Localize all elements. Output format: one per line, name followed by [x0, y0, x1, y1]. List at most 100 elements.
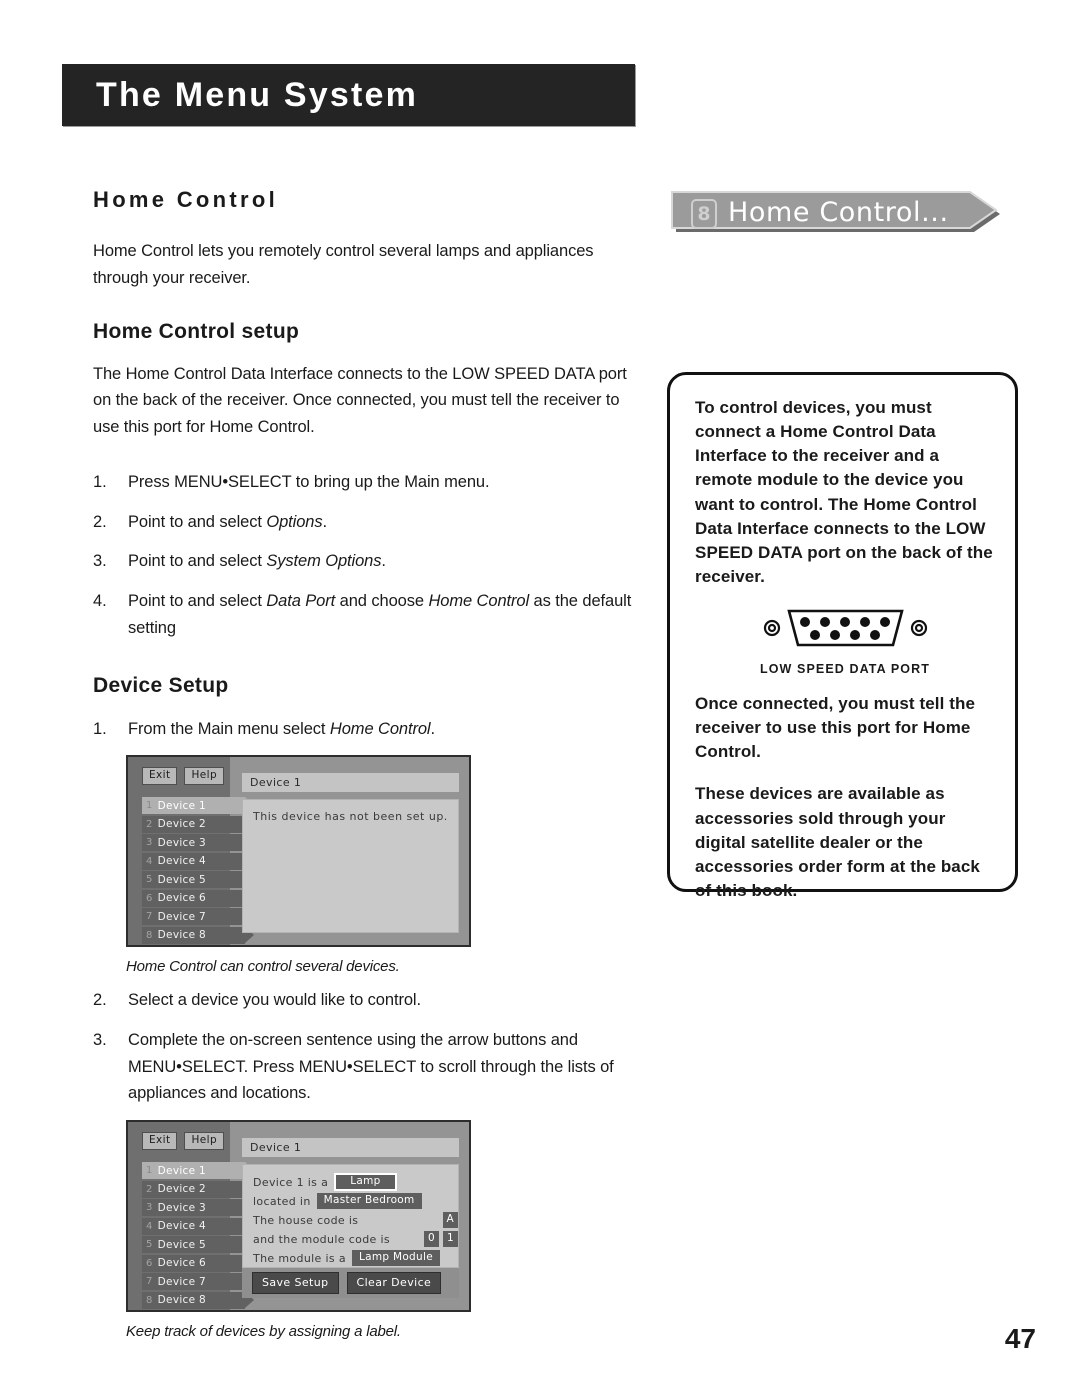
step-number: 1. [93, 719, 107, 738]
step-text-tail: . [430, 719, 436, 738]
device-number: 1 [146, 1165, 153, 1177]
module-type-value[interactable]: Lamp Module [351, 1250, 440, 1267]
device-number: 6 [146, 1257, 153, 1269]
step-emphasis: Data Port [266, 592, 336, 611]
device-number: 5 [146, 1239, 153, 1251]
help-button[interactable]: Help [184, 767, 225, 786]
screen-detail-panel: This device has not been set up. [242, 799, 459, 934]
step-emphasis: Options [266, 512, 323, 531]
clear-device-button[interactable]: Clear Device [346, 1272, 442, 1295]
device-label: Device 7 [157, 1275, 206, 1288]
setup-steps-list: 1. Press MENU•SELECT to bring up the Main… [93, 469, 649, 642]
step-number: 4. [93, 592, 107, 611]
sidebar-paragraph-3: These devices are available as accessori… [695, 784, 980, 900]
module-code-digit-1[interactable]: 0 [424, 1231, 440, 1248]
device-list-item-4[interactable]: 4 Device 4 [142, 1217, 254, 1235]
device-label: Device 4 [157, 855, 206, 868]
device-number: 4 [146, 855, 153, 867]
empty-state-message: This device has not been set up. [253, 810, 448, 824]
device-steps-list-part1: 1. From the Main menu select Home Control… [93, 716, 649, 743]
step-emphasis: System Options [266, 552, 382, 571]
list-item: 1. Press MENU•SELECT to bring up the Main… [93, 469, 649, 496]
device-label: Device 6 [157, 1257, 206, 1270]
device-label: Device 6 [157, 892, 206, 905]
device-number: 1 [146, 800, 153, 812]
device-label: Device 1 [157, 1164, 206, 1177]
step-emphasis: Home Control [329, 719, 431, 738]
location-value[interactable]: Master Bedroom [316, 1193, 422, 1210]
form-label: and the module code is [253, 1232, 390, 1246]
device-label: Device 2 [157, 818, 206, 831]
step-number: 3. [93, 1031, 107, 1049]
save-setup-button[interactable]: Save Setup [252, 1272, 339, 1295]
step-text: Press MENU•SELECT to bring up the Main m… [128, 472, 490, 491]
home-control-setup-heading: Home Control setup [93, 319, 300, 343]
device-number: 2 [146, 1183, 153, 1195]
device-list-item-2[interactable]: 2 Device 2 [142, 1180, 254, 1198]
chapter-banner: The Menu System [62, 64, 635, 126]
device-number: 8 [146, 1294, 153, 1306]
sidebar-paragraph-2: Once connected, you must tell the receiv… [695, 694, 976, 762]
device-list: 1 Device 1 2 Device 2 3 Device 3 4 Device 4 … [142, 797, 254, 945]
device-list-item-3[interactable]: 3 Device 3 [142, 1199, 254, 1217]
device-list-item-6[interactable]: 6 Device 6 [142, 1254, 254, 1272]
device-list-item-6[interactable]: 6 Device 6 [142, 889, 254, 907]
device-list-item-3[interactable]: 3 Device 3 [142, 834, 254, 852]
screenshot-2-figure: Exit Help 1 Device 1 2 Device 2 3 Device 3 … [126, 1120, 649, 1340]
device-number: 3 [146, 837, 153, 849]
device-number: 8 [146, 929, 153, 941]
figure-caption-1: Home Control can control several devices… [126, 958, 400, 976]
step-text-tail: . [322, 512, 328, 531]
exit-button[interactable]: Exit [142, 1132, 178, 1151]
step-text-tail: . [381, 552, 386, 571]
page-title: Home Control [93, 187, 279, 212]
intro-paragraph: Home Control lets you remotely control s… [93, 242, 594, 287]
device-steps-list-part2: 2. Select a device you would like to cont… [93, 987, 649, 1107]
device-number: 3 [146, 1202, 153, 1214]
screen-footer: Save Setup Clear Device [242, 1268, 459, 1299]
list-item: 2. Point to and select Options. [93, 509, 649, 536]
device-setup-heading: Device Setup [93, 674, 229, 698]
module-code-digit-2[interactable]: 1 [443, 1231, 458, 1248]
form-line-device-type: Device 1 is a Lamp [253, 1173, 458, 1192]
device-label: Device 3 [157, 1201, 206, 1214]
step-text: Point to and select [128, 512, 267, 531]
house-code-value[interactable]: A [442, 1212, 458, 1229]
menu-path-banner: 8 Home Control... [668, 188, 1006, 242]
db9-connector-icon [763, 609, 927, 647]
device-list-item-1[interactable]: 1 Device 1 [142, 797, 254, 815]
device-number: 6 [146, 892, 153, 904]
device-list-item-7[interactable]: 7 Device 7 [142, 908, 254, 926]
setup-intro-paragraph: The Home Control Data Interface connects… [93, 364, 627, 437]
device-number: 5 [146, 874, 153, 886]
exit-button[interactable]: Exit [142, 767, 178, 786]
device-list-item-8[interactable]: 8 Device 8 [142, 1291, 254, 1309]
step-number: 3. [93, 552, 107, 571]
device-list-item-7[interactable]: 7 Device 7 [142, 1273, 254, 1291]
device-setup-form: Device 1 is a Lamp located in Master Bed… [242, 1164, 459, 1269]
step-text-mid: and choose [335, 592, 429, 611]
device-list-item-5[interactable]: 5 Device 5 [142, 1236, 254, 1254]
device-number: 4 [146, 1220, 153, 1232]
device-list-item-4[interactable]: 4 Device 4 [142, 852, 254, 870]
screen-title-bar: Device 1 [242, 1138, 459, 1158]
device-number: 7 [146, 911, 153, 923]
device-label: Device 5 [157, 1238, 206, 1251]
step-number: 1. [93, 472, 107, 491]
device-list-item-2[interactable]: 2 Device 2 [142, 815, 254, 833]
device-label: Device 8 [157, 1294, 206, 1307]
device-label: Device 5 [157, 873, 206, 886]
device-label: Device 1 [157, 799, 206, 812]
list-item: 2. Select a device you would like to cont… [93, 987, 649, 1014]
device-list-item-5[interactable]: 5 Device 5 [142, 871, 254, 889]
form-label: Device 1 is a [253, 1175, 329, 1189]
device-label: Device 7 [157, 910, 206, 923]
device-list-item-8[interactable]: 8 Device 8 [142, 926, 254, 944]
screen-title-bar: Device 1 [242, 773, 459, 793]
low-speed-data-port-diagram [695, 607, 995, 656]
step-text: Select a device you would like to contro… [128, 991, 421, 1010]
help-button[interactable]: Help [184, 1132, 225, 1151]
device-list-item-1[interactable]: 1 Device 1 [142, 1162, 254, 1180]
chapter-title: The Menu System [96, 75, 419, 114]
device-type-value[interactable]: Lamp [334, 1173, 397, 1192]
